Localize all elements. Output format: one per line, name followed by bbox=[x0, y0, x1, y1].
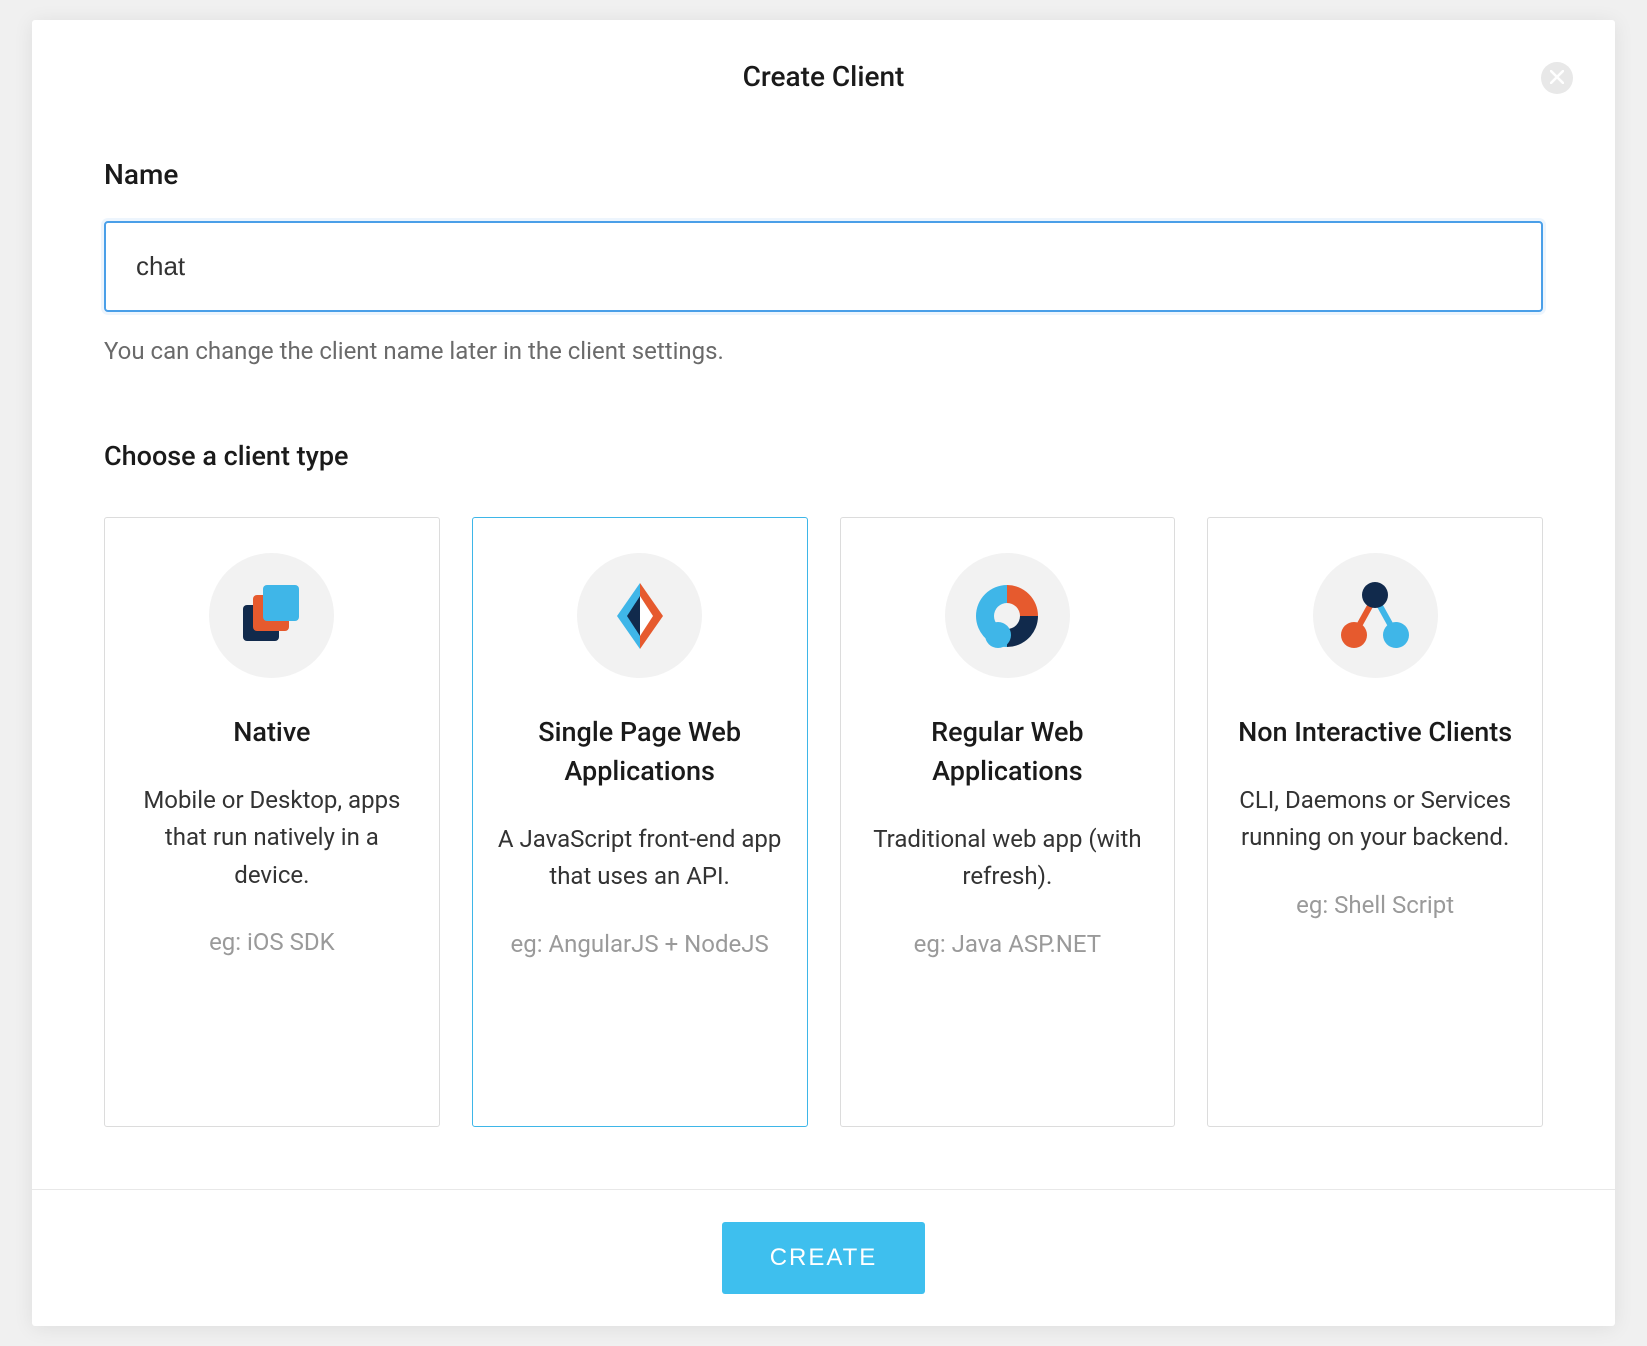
client-type-card-spa[interactable]: Single Page Web Applications A JavaScrip… bbox=[472, 517, 808, 1127]
create-button[interactable]: CREATE bbox=[722, 1222, 926, 1294]
card-description: Mobile or Desktop, apps that run nativel… bbox=[127, 782, 417, 894]
card-example: eg: AngularJS + NodeJS bbox=[495, 926, 785, 963]
card-description: A JavaScript front-end app that uses an … bbox=[495, 821, 785, 895]
card-example: eg: Shell Script bbox=[1230, 887, 1520, 924]
regular-web-icon bbox=[945, 553, 1070, 678]
modal-body: Name You can change the client name late… bbox=[32, 93, 1615, 1189]
modal-title: Create Client bbox=[92, 60, 1555, 93]
non-interactive-icon bbox=[1313, 553, 1438, 678]
client-type-card-noninteractive[interactable]: Non Interactive Clients CLI, Daemons or … bbox=[1207, 517, 1543, 1127]
modal-footer: CREATE bbox=[32, 1189, 1615, 1326]
card-example: eg: Java ASP.NET bbox=[863, 926, 1153, 963]
card-example: eg: iOS SDK bbox=[127, 924, 417, 961]
card-title: Non Interactive Clients bbox=[1230, 713, 1520, 752]
card-title: Regular Web Applications bbox=[863, 713, 1153, 791]
name-helper-text: You can change the client name later in … bbox=[104, 337, 1543, 365]
card-description: Traditional web app (with refresh). bbox=[863, 821, 1153, 895]
client-type-label: Choose a client type bbox=[104, 440, 1543, 472]
client-type-card-native[interactable]: Native Mobile or Desktop, apps that run … bbox=[104, 517, 440, 1127]
card-description: CLI, Daemons or Services running on your… bbox=[1230, 782, 1520, 856]
card-title: Single Page Web Applications bbox=[495, 713, 785, 791]
close-icon bbox=[1550, 70, 1564, 87]
card-title: Native bbox=[127, 713, 417, 752]
client-type-card-regular[interactable]: Regular Web Applications Traditional web… bbox=[840, 517, 1176, 1127]
close-button[interactable] bbox=[1541, 62, 1573, 94]
native-icon bbox=[209, 553, 334, 678]
name-label: Name bbox=[104, 158, 1543, 191]
client-type-grid: Native Mobile or Desktop, apps that run … bbox=[104, 517, 1543, 1127]
modal-header: Create Client bbox=[32, 20, 1615, 93]
name-input[interactable] bbox=[104, 221, 1543, 312]
create-client-modal: Create Client Name You can change the cl… bbox=[32, 20, 1615, 1326]
spa-icon bbox=[577, 553, 702, 678]
